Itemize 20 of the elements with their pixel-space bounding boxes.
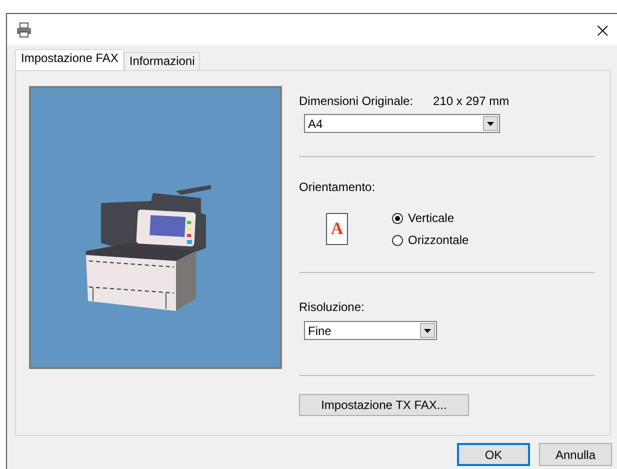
tx-settings-button[interactable]: Impostazione TX FAX... — [299, 394, 469, 416]
radio-label[interactable]: Orizzontale — [408, 233, 469, 247]
caret-icon — [420, 323, 435, 338]
close-button[interactable]: × — [594, 20, 611, 40]
caret-icon — [483, 116, 498, 131]
dropdown[interactable]: Fine — [304, 321, 437, 340]
dropdown[interactable]: A4 — [304, 114, 500, 133]
portrait-page-icon: A — [326, 213, 348, 245]
field-label: Orientamento: — [299, 180, 376, 194]
radio-button[interactable] — [392, 234, 403, 246]
size-value: 210 x 297 mm — [433, 94, 510, 108]
radio-button[interactable] — [392, 212, 403, 224]
tab[interactable]: Impostazione FAX — [15, 49, 124, 70]
tab[interactable]: Informazioni — [124, 52, 200, 70]
radio-label[interactable]: Verticale — [408, 211, 454, 225]
dialog-button[interactable]: OK — [457, 443, 530, 466]
printer-icon — [16, 22, 32, 38]
field-label: Dimensioni Originale: — [299, 94, 414, 108]
dialog-button[interactable]: Annulla — [539, 443, 612, 466]
field-label: Risoluzione: — [299, 300, 366, 314]
